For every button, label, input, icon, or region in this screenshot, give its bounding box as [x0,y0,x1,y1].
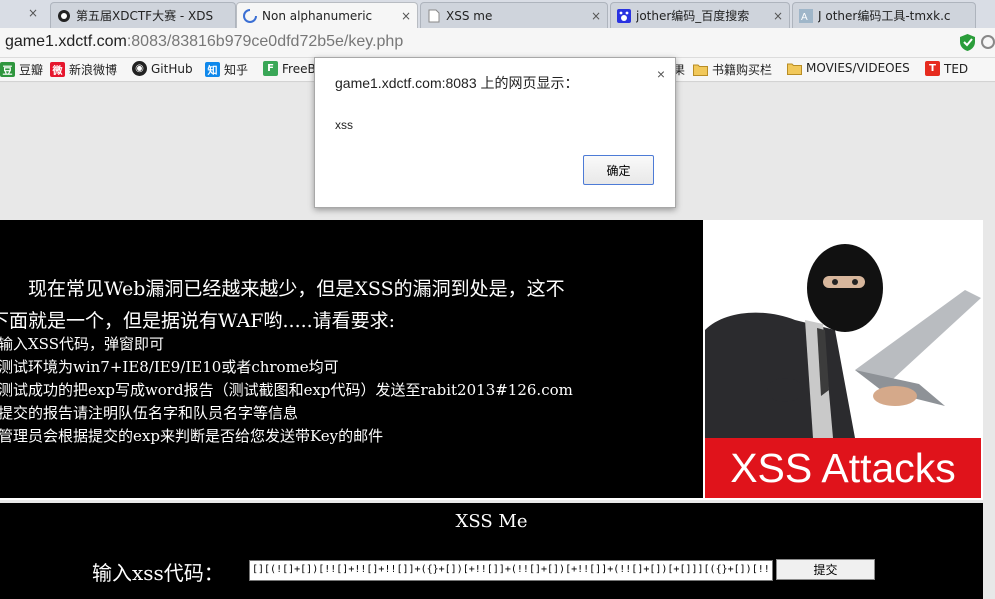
tab-title: XSS me [446,8,493,23]
bookmark-ted[interactable]: T TED [925,61,968,76]
bookmark-movies[interactable]: MOVIES/VIDEOES [787,61,910,75]
folder-icon [787,63,802,75]
weibo-icon: 微 [50,62,65,77]
tab-xss-me[interactable]: XSS me × [420,2,608,28]
extension-icon[interactable] [981,35,995,49]
tab-strip: × 第五届XDCTF大赛 - XDS Non alphanumeric × XS… [0,0,995,29]
shield-icon[interactable] [959,33,976,52]
svg-text:A: A [801,12,808,23]
rule-item: 测试环境为win7+IE8/IE9/IE10或者chrome均可 [0,358,339,376]
intro-line: 现在常见Web漏洞已经越来越少，但是XSS的漏洞到处是，这不 [28,278,565,300]
url-text[interactable]: game1.xdctf.com:8083/83816b979ce0dfd72b5… [5,33,403,51]
rule-item: 提交的报告请注明队伍名字和队员名字等信息 [0,404,299,422]
alert-dialog: game1.xdctf.com:8083 上的网页显示： × xss 确定 [314,57,676,208]
douban-icon: 豆 [0,62,15,77]
tab-jother-tool[interactable]: A J other编码工具-tmxk.c [792,2,976,28]
tab-non-alphanumeric[interactable]: Non alphanumeric × [236,2,418,29]
page-icon [427,9,441,23]
submit-button[interactable]: 提交 [776,559,875,580]
hacker-illustration [705,220,983,438]
address-bar[interactable]: game1.xdctf.com:8083/83816b979ce0dfd72b5… [0,28,995,58]
rule-item: 输入XSS代码，弹窗即可 [0,335,164,353]
bookmark-github[interactable]: ◉ GitHub [132,61,193,76]
close-icon[interactable]: × [591,9,601,23]
tab-title: Non alphanumeric [262,9,373,23]
dialog-message: xss [335,118,353,132]
tmxk-icon: A [799,8,813,23]
xss-code-input[interactable]: [][(![]+[])[!![]+!![]+!![]]+({}+[])[+!![… [249,560,773,581]
loading-spinner-icon [243,9,257,23]
bookmark-douban[interactable]: 豆 豆瓣 [0,61,43,78]
ctf-icon [57,9,71,23]
folder-icon [693,64,708,76]
tab-title: jother编码_百度搜索 [636,9,750,23]
zhihu-icon: 知 [205,62,220,77]
close-icon[interactable]: × [657,66,665,82]
ok-button[interactable]: 确定 [583,155,654,185]
bookmark-weibo[interactable]: 微 新浪微博 [50,61,117,78]
xss-form: XSS Me 输入xss代码： [][(![]+[])[!![]+!![]+!!… [0,503,983,599]
github-icon: ◉ [132,61,147,76]
tab-title: 第五届XDCTF大赛 - XDS [76,9,214,23]
rule-item: 测试成功的把exp写成word报告（测试截图和exp代码）发送至rabit201… [0,381,573,399]
close-icon[interactable]: × [401,9,411,23]
bookmark-books[interactable]: 书籍购买栏 [693,61,772,78]
xss-attacks-banner: XSS Attacks [705,438,981,498]
tab-close-icon[interactable]: × [28,6,38,20]
dialog-title: game1.xdctf.com:8083 上的网页显示： [335,75,579,91]
close-icon[interactable]: × [773,9,783,23]
challenge-description: 现在常见Web漏洞已经越来越少，但是XSS的漏洞到处是，这不 下面就是一个，但是… [0,220,703,498]
form-title: XSS Me [455,511,528,532]
intro-line: 下面就是一个，但是据说有WAF哟.....请看要求: [0,310,396,332]
xss-input-label: 输入xss代码： [92,561,224,585]
baidu-paw-icon [617,8,631,23]
ted-icon: T [925,61,940,76]
tab-title: J other编码工具-tmxk.c [818,9,951,23]
rule-item: 管理员会根据提交的exp来判断是否给您发送带Key的邮件 [0,427,384,445]
tab-xdctf[interactable]: 第五届XDCTF大赛 - XDS [50,2,236,28]
hero-section: 现在常见Web漏洞已经越来越少，但是XSS的漏洞到处是，这不 下面就是一个，但是… [0,220,983,500]
bookmark-zhihu[interactable]: 知 知乎 [205,61,248,78]
freebuf-icon: F [263,61,278,76]
bookmark-freebuf[interactable]: F FreeB [263,61,316,76]
tab-jother-baidu[interactable]: jother编码_百度搜索 × [610,2,790,28]
